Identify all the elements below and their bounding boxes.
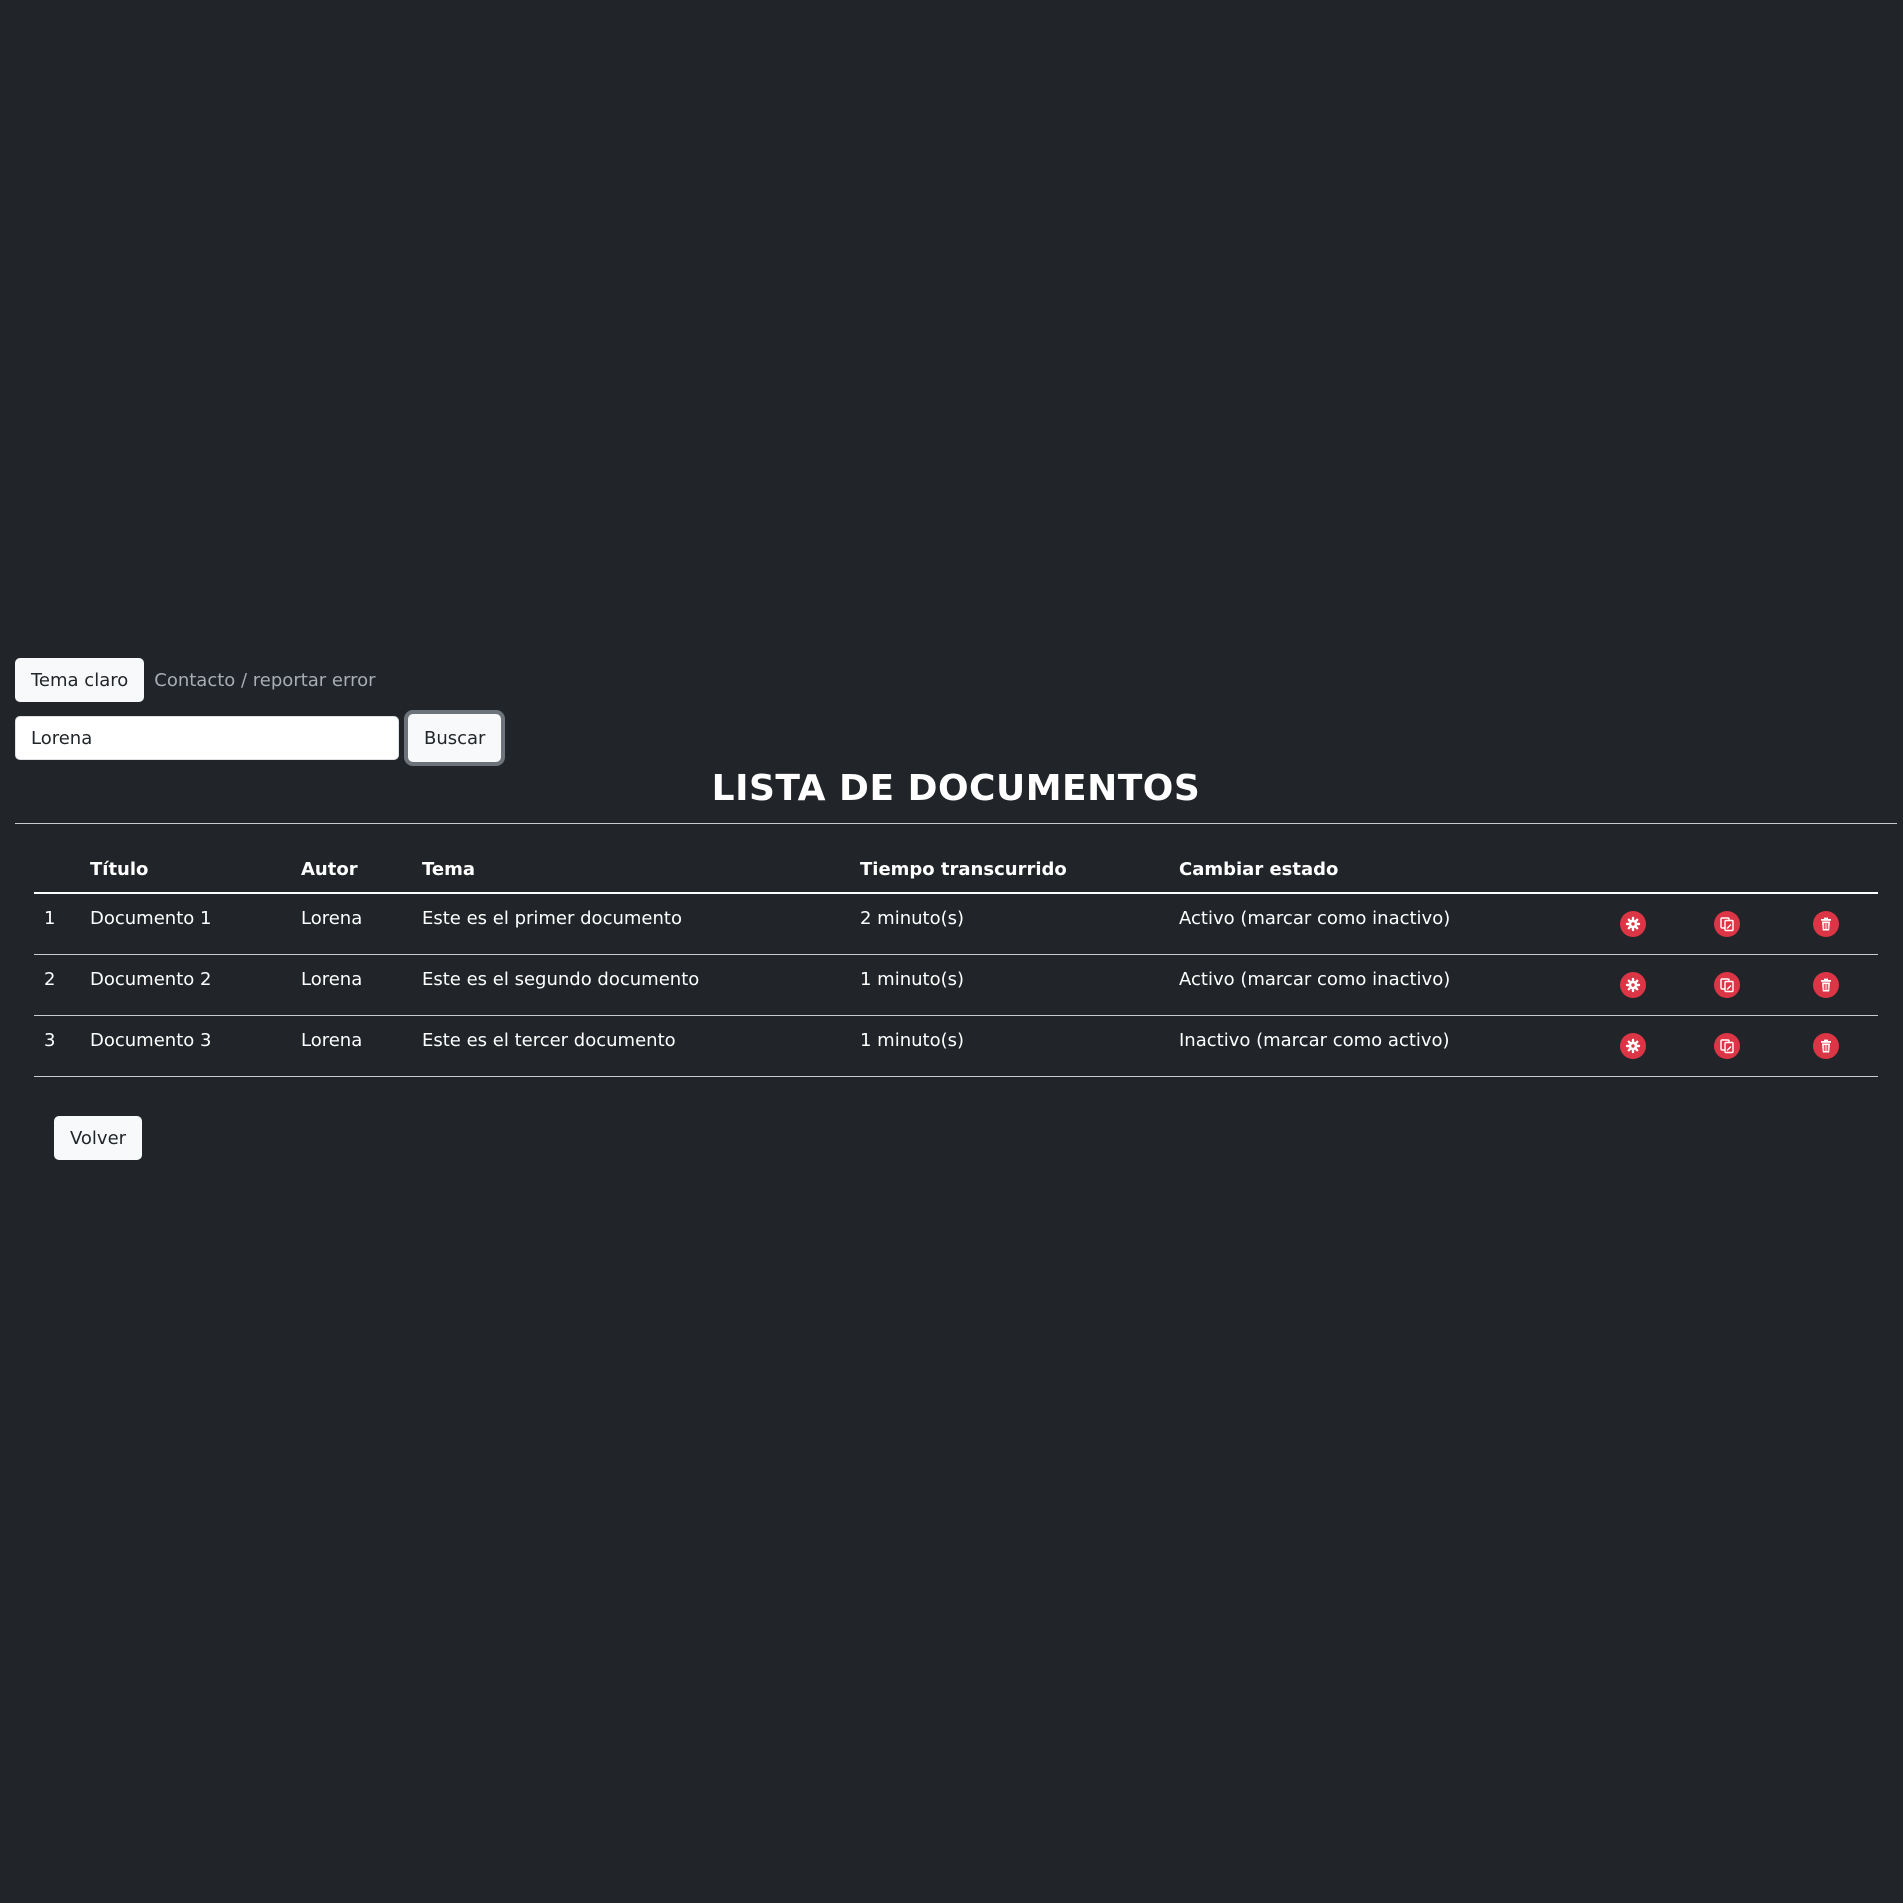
trash-icon[interactable]	[1813, 972, 1839, 998]
header-row: Título Autor Tema Tiempo transcurrido Ca…	[34, 846, 1878, 894]
row-action-copy	[1680, 893, 1774, 955]
theme-toggle-button[interactable]: Tema claro	[15, 658, 145, 702]
row-action-settings	[1586, 1015, 1680, 1077]
row-title: Documento 3	[80, 1015, 291, 1077]
top-bar: Tema claro Contacto / reportar error	[15, 658, 376, 702]
row-number: 3	[34, 1015, 80, 1077]
row-action-delete	[1774, 954, 1878, 1016]
row-author: Lorena	[291, 1015, 412, 1077]
row-topic: Este es el segundo documento	[412, 954, 850, 1016]
documents-table: Título Autor Tema Tiempo transcurrido Ca…	[34, 846, 1878, 1077]
col-header-titulo: Título	[80, 846, 291, 894]
row-title: Documento 1	[80, 893, 291, 955]
row-number: 1	[34, 893, 80, 955]
row-elapsed-text: 2 minuto(s)	[860, 907, 965, 929]
row-elapsed: 2 minuto(s)	[850, 893, 1169, 955]
row-topic: Este es el primer documento	[412, 893, 850, 955]
row-title-text: Documento 3	[90, 1029, 212, 1051]
col-header-action-1	[1586, 846, 1680, 894]
row-action-settings	[1586, 954, 1680, 1016]
status-toggle-link[interactable]: Activo (marcar como inactivo)	[1179, 969, 1576, 990]
copy-edit-icon[interactable]	[1714, 1033, 1740, 1059]
row-number: 2	[34, 954, 80, 1016]
row-title-text: Documento 1	[90, 907, 212, 929]
page-title: LISTA DE DOCUMENTOS	[711, 768, 1201, 809]
col-header-autor: Autor	[291, 846, 412, 894]
row-topic-text: Este es el primer documento	[422, 907, 682, 929]
status-toggle-link[interactable]: Activo (marcar como inactivo)	[1179, 908, 1576, 929]
row-number-text: 1	[44, 907, 56, 929]
row-action-settings	[1586, 893, 1680, 955]
col-header-number	[34, 846, 80, 894]
row-title: Documento 2	[80, 954, 291, 1016]
col-header-tiempo: Tiempo transcurrido	[850, 846, 1169, 894]
table-body: 1 Documento 1 Lorena Este es el primer d…	[34, 893, 1878, 1077]
row-action-copy	[1680, 954, 1774, 1016]
row-status: Inactivo (marcar como activo)	[1169, 1015, 1586, 1077]
row-action-delete	[1774, 1015, 1878, 1077]
row-author-text: Lorena	[301, 907, 363, 929]
row-status: Activo (marcar como inactivo)	[1169, 954, 1586, 1016]
page: Tema claro Contacto / reportar error Bus…	[0, 0, 1903, 1903]
col-header-tema: Tema	[412, 846, 850, 894]
row-elapsed: 1 minuto(s)	[850, 1015, 1169, 1077]
row-author: Lorena	[291, 893, 412, 955]
search-button[interactable]: Buscar	[408, 714, 502, 762]
gear-icon[interactable]	[1620, 1033, 1646, 1059]
row-author-text: Lorena	[301, 1029, 363, 1051]
row-author: Lorena	[291, 954, 412, 1016]
search-input[interactable]	[15, 716, 399, 760]
title-divider	[15, 823, 1897, 824]
copy-edit-icon[interactable]	[1714, 911, 1740, 937]
table-row: 1 Documento 1 Lorena Este es el primer d…	[34, 893, 1878, 955]
row-title-text: Documento 2	[90, 968, 212, 990]
col-header-estado: Cambiar estado	[1169, 846, 1586, 894]
row-author-text: Lorena	[301, 968, 363, 990]
row-topic-text: Este es el segundo documento	[422, 968, 700, 990]
contact-link[interactable]: Contacto / reportar error	[154, 670, 375, 691]
trash-icon[interactable]	[1813, 911, 1839, 937]
row-action-copy	[1680, 1015, 1774, 1077]
row-elapsed: 1 minuto(s)	[850, 954, 1169, 1016]
table-row: 3 Documento 3 Lorena Este es el tercer d…	[34, 1015, 1878, 1077]
row-status: Activo (marcar como inactivo)	[1169, 893, 1586, 955]
trash-icon[interactable]	[1813, 1033, 1839, 1059]
row-elapsed-text: 1 minuto(s)	[860, 968, 965, 990]
status-toggle-link[interactable]: Inactivo (marcar como activo)	[1179, 1030, 1576, 1051]
row-topic-text: Este es el tercer documento	[422, 1029, 676, 1051]
row-action-delete	[1774, 893, 1878, 955]
row-elapsed-text: 1 minuto(s)	[860, 1029, 965, 1051]
copy-edit-icon[interactable]	[1714, 972, 1740, 998]
row-number-text: 3	[44, 1029, 56, 1051]
col-header-action-2	[1680, 846, 1774, 894]
gear-icon[interactable]	[1620, 972, 1646, 998]
row-topic: Este es el tercer documento	[412, 1015, 850, 1077]
row-number-text: 2	[44, 968, 56, 990]
table-row: 2 Documento 2 Lorena Este es el segundo …	[34, 954, 1878, 1016]
search-bar: Buscar	[15, 714, 502, 762]
table-header: Título Autor Tema Tiempo transcurrido Ca…	[34, 846, 1878, 894]
back-button[interactable]: Volver	[54, 1116, 143, 1160]
col-header-action-3	[1774, 846, 1878, 894]
gear-icon[interactable]	[1620, 911, 1646, 937]
